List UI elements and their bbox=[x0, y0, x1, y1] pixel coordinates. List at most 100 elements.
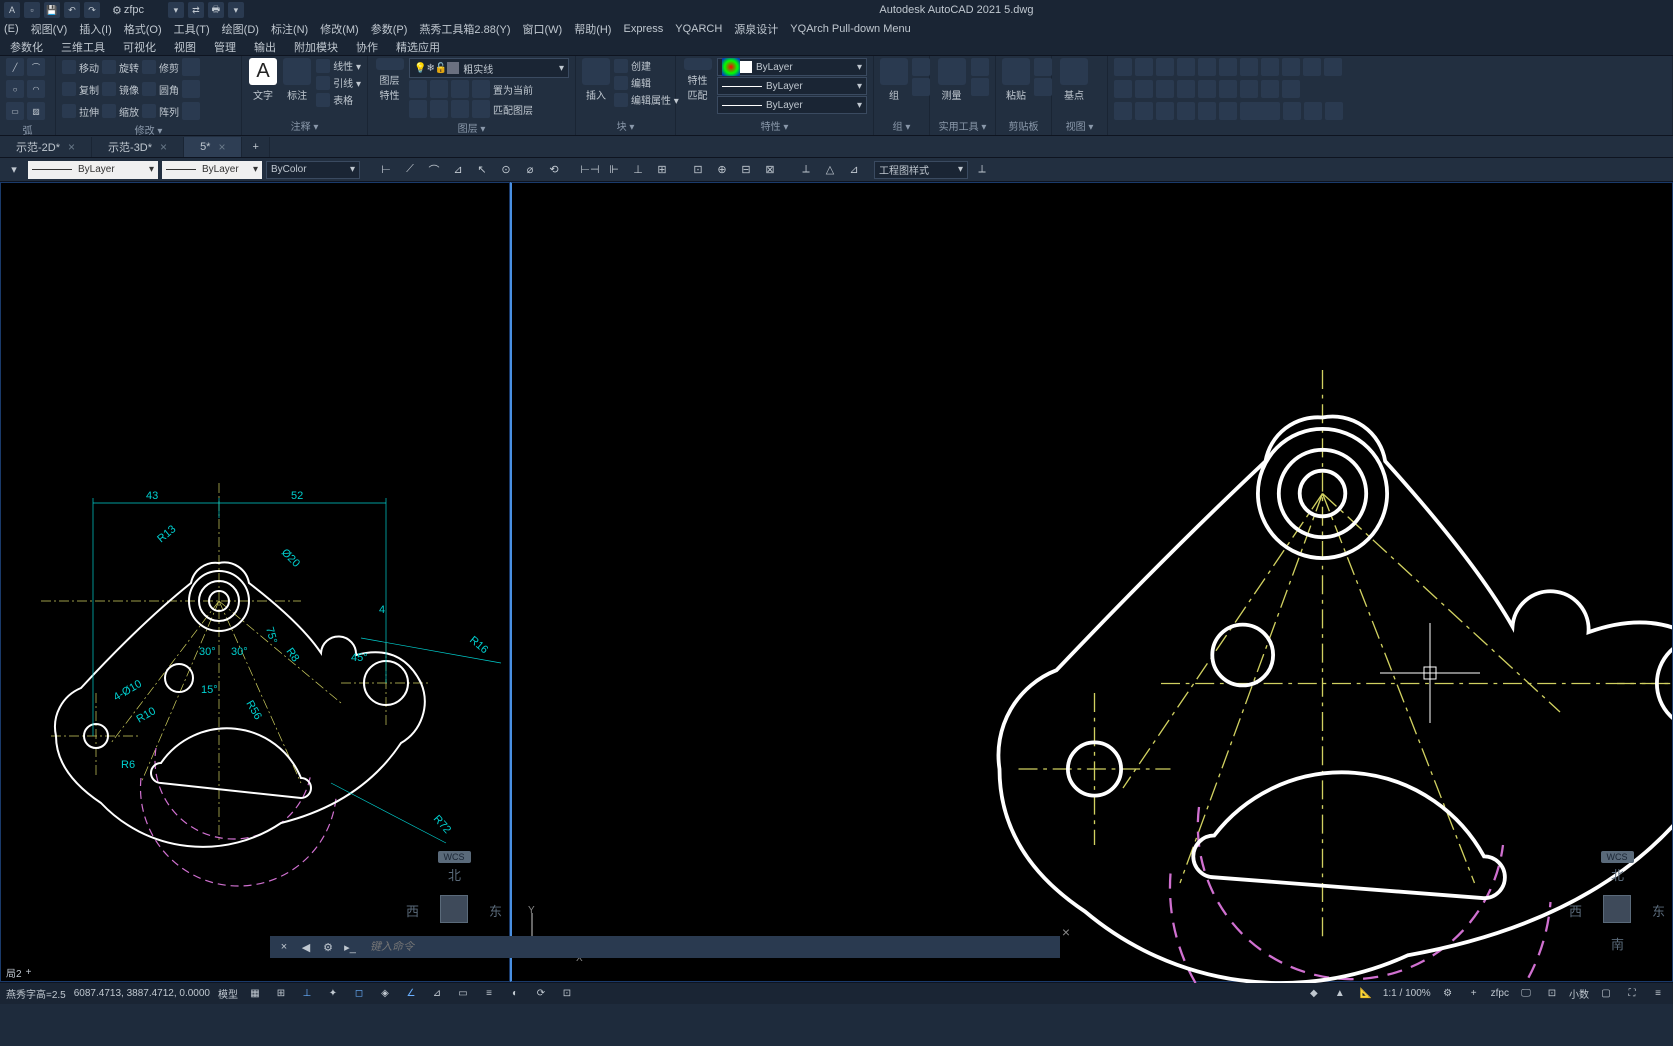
viewcube-top-face[interactable] bbox=[440, 895, 468, 923]
sb-transparency-icon[interactable]: ◐ bbox=[506, 985, 524, 1003]
ext-btn[interactable] bbox=[1135, 102, 1153, 120]
ext-btn[interactable] bbox=[1261, 80, 1279, 98]
scale-button[interactable]: 缩放 bbox=[102, 104, 139, 119]
workspace-input[interactable] bbox=[124, 4, 164, 16]
insert-block-button[interactable]: 插入 bbox=[582, 58, 610, 102]
dim-tool-4[interactable]: ⊿ bbox=[448, 160, 468, 180]
sb-dynucs-icon[interactable]: ⊿ bbox=[428, 985, 446, 1003]
ext-btn[interactable] bbox=[1177, 80, 1195, 98]
dim-tool-10[interactable]: ⊩ bbox=[604, 160, 624, 180]
ribbon-tab-manage[interactable]: 管理 bbox=[210, 39, 240, 55]
layer-btn-4[interactable] bbox=[472, 80, 490, 98]
edit-attr-button[interactable]: 编辑属性 ▾ bbox=[614, 92, 679, 107]
dim-tool-19[interactable]: ⊿ bbox=[844, 160, 864, 180]
qat-print-icon[interactable]: 🖶 bbox=[208, 2, 224, 18]
circle-button[interactable]: ○ bbox=[6, 80, 24, 98]
menu-format[interactable]: 格式(O) bbox=[124, 21, 162, 37]
qat-share-icon[interactable]: ⇄ bbox=[188, 2, 204, 18]
sb-polar-icon[interactable]: ✦ bbox=[324, 985, 342, 1003]
sb-qprop-icon[interactable]: ⊡ bbox=[558, 985, 576, 1003]
sb-annoscale-icon[interactable]: 📐 bbox=[1357, 985, 1375, 1003]
layer-btn-2[interactable] bbox=[430, 80, 448, 98]
dim-tool-9[interactable]: ⊢⊣ bbox=[580, 160, 600, 180]
dimstyle-combo[interactable]: 工程图样式▾ bbox=[874, 161, 968, 179]
util-btn-2[interactable] bbox=[971, 78, 989, 96]
sb-3dosnap-icon[interactable]: ◈ bbox=[376, 985, 394, 1003]
qat-dropdown-icon[interactable]: ▾ bbox=[168, 2, 184, 18]
close-icon[interactable]: × bbox=[68, 140, 75, 154]
dim-tool-15[interactable]: ⊟ bbox=[736, 160, 756, 180]
layer-properties-button[interactable]: 图层 特性 bbox=[374, 58, 405, 102]
ext-btn[interactable] bbox=[1240, 58, 1258, 76]
sb-zoom[interactable]: 1:1 / 100% bbox=[1383, 988, 1431, 999]
qat-undo-icon[interactable]: ↶ bbox=[64, 2, 80, 18]
dim-tool-3[interactable]: ⌒ bbox=[424, 160, 444, 180]
sb-osnap-icon[interactable]: ◻ bbox=[350, 985, 368, 1003]
sb-user[interactable]: zfpc bbox=[1491, 988, 1509, 999]
table-button[interactable]: 表格 bbox=[316, 92, 361, 107]
menu-dimension[interactable]: 标注(N) bbox=[271, 21, 308, 37]
modify-extra-1[interactable] bbox=[182, 58, 200, 76]
ext-btn[interactable] bbox=[1177, 58, 1195, 76]
ext-btn[interactable] bbox=[1198, 102, 1216, 120]
arc-button[interactable]: ◠ bbox=[27, 80, 45, 98]
sb-gear-icon[interactable]: ⚙ bbox=[1439, 985, 1457, 1003]
ext-btn[interactable] bbox=[1240, 80, 1258, 98]
sb-monitor-icon[interactable]: 🖵 bbox=[1517, 985, 1535, 1003]
qat-save-icon[interactable]: 💾 bbox=[44, 2, 60, 18]
current-layer-combo[interactable]: 💡 ❄ 🔓 粗实线 ▾ bbox=[409, 58, 569, 78]
sb-customize-icon[interactable]: ≡ bbox=[1649, 985, 1667, 1003]
cmd-handle-icon[interactable]: ◀ bbox=[296, 937, 316, 957]
lineweight-combo[interactable]: ByLayer▾ bbox=[717, 77, 867, 95]
group-edit-button[interactable] bbox=[912, 78, 930, 96]
layout-tab[interactable]: 局2 bbox=[6, 965, 22, 980]
ribbon-tab-collab[interactable]: 协作 bbox=[352, 39, 382, 55]
dim-tool-17[interactable]: ⟂ bbox=[796, 160, 816, 180]
menu-insert[interactable]: 插入(I) bbox=[79, 21, 111, 37]
ext-btn[interactable] bbox=[1114, 58, 1132, 76]
doc-tab-5[interactable]: 5*× bbox=[184, 137, 242, 157]
dim-tool-5[interactable]: ↖ bbox=[472, 160, 492, 180]
app-menu-icon[interactable]: A bbox=[4, 2, 20, 18]
copy-button[interactable]: 复制 bbox=[62, 82, 99, 97]
rect-button[interactable]: ▭ bbox=[6, 102, 24, 120]
ext-btn[interactable] bbox=[1198, 80, 1216, 98]
dim-tool-7[interactable]: ⌀ bbox=[520, 160, 540, 180]
layout-add-button[interactable]: + bbox=[26, 967, 32, 978]
edit-block-button[interactable]: 编辑 bbox=[614, 75, 679, 90]
menu-express[interactable]: Express bbox=[623, 23, 663, 35]
basepoint-button[interactable]: 基点 bbox=[1058, 58, 1090, 102]
ribbon-tab-addins[interactable]: 附加模块 bbox=[290, 39, 342, 55]
dim-tool-6[interactable]: ⊙ bbox=[496, 160, 516, 180]
modify-extra-3[interactable] bbox=[182, 102, 200, 120]
dim-tool-16[interactable]: ⊠ bbox=[760, 160, 780, 180]
cmd-close-icon[interactable]: × bbox=[274, 937, 294, 957]
match-layer-button[interactable]: 匹配图层 bbox=[493, 102, 533, 117]
dim-tool-20[interactable]: ⟂ bbox=[972, 160, 992, 180]
menu-view[interactable]: 视图(V) bbox=[31, 21, 68, 37]
sb-font-height[interactable]: 燕秀字高=2.5 bbox=[6, 986, 66, 1001]
ext-btn[interactable] bbox=[1156, 58, 1174, 76]
modify-extra-2[interactable] bbox=[182, 80, 200, 98]
dim-tool-14[interactable]: ⊕ bbox=[712, 160, 732, 180]
close-icon[interactable]: × bbox=[160, 140, 167, 154]
layer-btn-1[interactable] bbox=[409, 80, 427, 98]
trim-button[interactable]: 修剪 bbox=[142, 60, 179, 75]
ext-btn[interactable] bbox=[1156, 80, 1174, 98]
doc-tab-2d[interactable]: 示范-2D*× bbox=[0, 137, 92, 157]
dim-tool-13[interactable]: ⊡ bbox=[688, 160, 708, 180]
ext-btn[interactable] bbox=[1198, 58, 1216, 76]
ribbon-tab-visualize[interactable]: 可视化 bbox=[119, 39, 160, 55]
dim-tool-1[interactable]: ⊢ bbox=[376, 160, 396, 180]
ext-btn[interactable] bbox=[1135, 80, 1153, 98]
leader-button[interactable]: 引线 ▾ bbox=[316, 75, 361, 90]
sb-space[interactable]: 模型 bbox=[218, 986, 238, 1001]
text-button[interactable]: A文字 bbox=[248, 58, 278, 102]
qat-redo-icon[interactable]: ↷ bbox=[84, 2, 100, 18]
layer-btn-5[interactable] bbox=[409, 100, 427, 118]
ribbon-tab-parametric[interactable]: 参数化 bbox=[6, 39, 47, 55]
cmd-config-icon[interactable]: ⚙ bbox=[318, 937, 338, 957]
fillet-button[interactable]: 圆角 bbox=[142, 82, 179, 97]
close-icon[interactable]: × bbox=[218, 140, 225, 154]
sb-decimal[interactable]: 小数 bbox=[1569, 986, 1589, 1001]
